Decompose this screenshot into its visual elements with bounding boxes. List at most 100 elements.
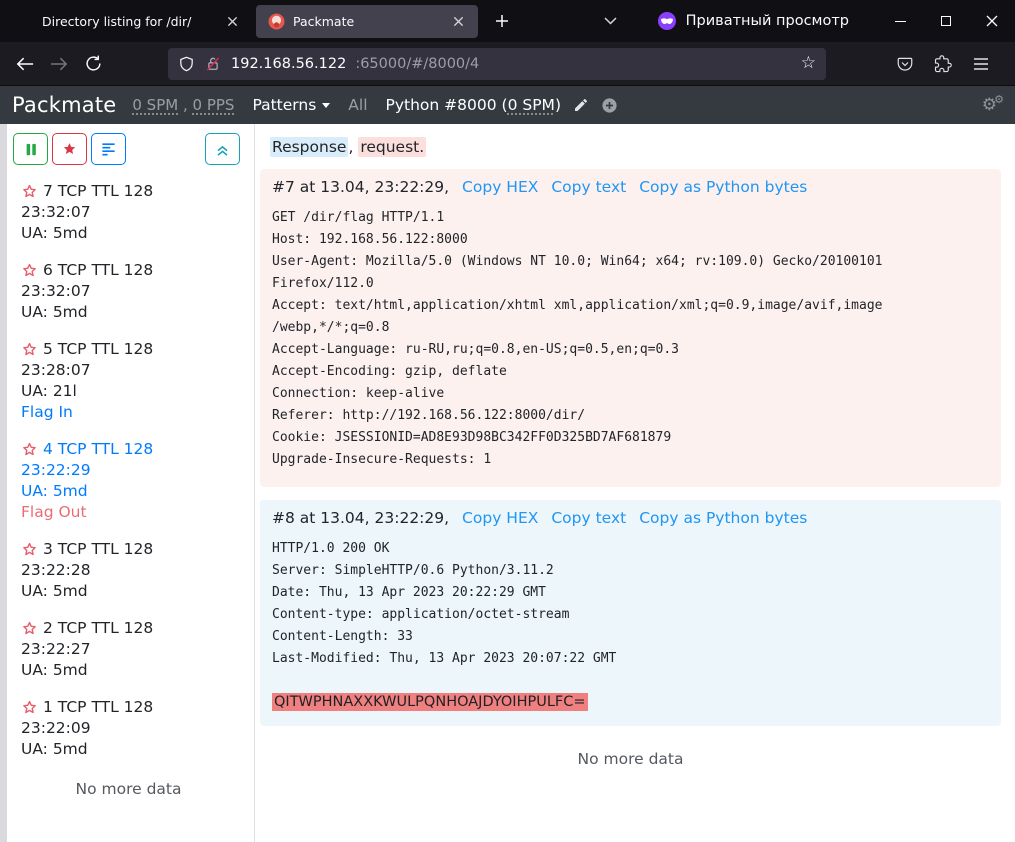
edit-service-pencil-icon[interactable] bbox=[573, 97, 589, 113]
menu-hamburger-icon[interactable] bbox=[964, 48, 998, 80]
url-bar[interactable]: 192.168.56.122:65000/#/8000/4 ☆ bbox=[168, 48, 826, 80]
packet-time: 23:22:29 bbox=[21, 460, 244, 481]
favorite-star-icon[interactable] bbox=[21, 541, 38, 558]
close-tab-icon[interactable] bbox=[222, 11, 242, 31]
new-tab-button[interactable] bbox=[486, 5, 518, 37]
copy-text-link[interactable]: Copy text bbox=[551, 178, 626, 196]
copy-hex-link[interactable]: Copy HEX bbox=[462, 509, 538, 527]
forward-button[interactable] bbox=[42, 48, 76, 80]
favorite-star-icon[interactable] bbox=[21, 262, 38, 279]
back-button[interactable] bbox=[8, 48, 42, 80]
packet-list-item-6[interactable]: 6 TCP TTL 128 23:32:07 UA: 5md bbox=[21, 260, 244, 323]
tab-title: Packmate bbox=[293, 14, 440, 29]
packet-sidebar: 7 TCP TTL 128 23:32:07 UA: 5md 6 TCP TTL… bbox=[7, 124, 255, 842]
main-no-more-data: No more data bbox=[260, 750, 1001, 768]
url-host: 192.168.56.122 bbox=[231, 56, 346, 72]
color-legend: Response, request. bbox=[270, 138, 1001, 156]
packet-card-response-8: #8 at 13.04, 23:22:29, Copy HEX Copy tex… bbox=[260, 500, 1001, 726]
private-mask-icon bbox=[657, 11, 677, 31]
browser-window: Directory listing for /dir/ Packmate bbox=[0, 0, 1015, 842]
packet-user-agent: UA: 5md bbox=[21, 302, 244, 323]
packmate-favicon-icon bbox=[268, 13, 285, 30]
pocket-icon[interactable] bbox=[888, 48, 922, 80]
packet-time: 23:22:09 bbox=[21, 718, 244, 739]
packet-list-item-5[interactable]: 5 TCP TTL 128 23:28:07 UA: 21l Flag In bbox=[21, 339, 244, 423]
packet-title: 6 TCP TTL 128 bbox=[43, 260, 153, 281]
pause-capture-button[interactable] bbox=[13, 133, 48, 165]
list-tabs-chevron-icon[interactable] bbox=[595, 5, 627, 37]
packet-title: 5 TCP TTL 128 bbox=[43, 339, 153, 360]
packet-user-agent: UA: 5md bbox=[21, 660, 244, 681]
legend-separator: , bbox=[348, 138, 358, 156]
packet-list-item-2[interactable]: 2 TCP TTL 128 23:22:27 UA: 5md bbox=[21, 618, 244, 681]
service-tab-python-8000[interactable]: Python #8000 (0 SPM) bbox=[386, 96, 561, 114]
packet-card-request-7: #7 at 13.04, 23:22:29, Copy HEX Copy tex… bbox=[260, 169, 1001, 487]
content-area: 7 TCP TTL 128 23:32:07 UA: 5md 6 TCP TTL… bbox=[0, 124, 1015, 842]
tab-directory-listing[interactable]: Directory listing for /dir/ bbox=[30, 5, 252, 38]
favorite-star-icon[interactable] bbox=[21, 620, 38, 637]
flag-match-line: QITWPHNAXXKWULPQNHOAJDYOIHPULFC= bbox=[272, 691, 987, 710]
sidebar-scrollbar[interactable] bbox=[0, 124, 7, 842]
copy-python-bytes-link[interactable]: Copy as Python bytes bbox=[639, 178, 807, 196]
service-label: Python #8000 (0 SPM) bbox=[386, 96, 561, 114]
insecure-lock-icon[interactable] bbox=[204, 55, 222, 73]
favorite-star-icon[interactable] bbox=[21, 183, 38, 200]
private-browsing-badge: Приватный просмотр bbox=[657, 11, 849, 31]
packet-time: 23:22:27 bbox=[21, 639, 244, 660]
maximize-button[interactable] bbox=[923, 0, 969, 42]
stats-text: 0 SPM , 0 PPS bbox=[132, 96, 234, 114]
favorite-star-icon[interactable] bbox=[21, 341, 38, 358]
packet-user-agent: UA: 5md bbox=[21, 581, 244, 602]
packet-time: 23:32:07 bbox=[21, 281, 244, 302]
app-brand[interactable]: Packmate bbox=[12, 93, 116, 117]
all-label: All bbox=[348, 96, 367, 114]
spm-stat: 0 SPM bbox=[132, 96, 178, 114]
flag-in-link[interactable]: Flag In bbox=[21, 402, 244, 423]
tab-title: Directory listing for /dir/ bbox=[42, 14, 214, 29]
patterns-label: Patterns bbox=[252, 96, 316, 114]
favorite-star-icon[interactable] bbox=[21, 699, 38, 716]
add-service-button[interactable] bbox=[601, 97, 618, 114]
packet-title: 2 TCP TTL 128 bbox=[43, 618, 153, 639]
packet-list-item-3[interactable]: 3 TCP TTL 128 23:22:28 UA: 5md bbox=[21, 539, 244, 602]
packet-time: 23:32:07 bbox=[21, 202, 244, 223]
settings-gears-icon[interactable]: ⚙⚙ bbox=[982, 95, 997, 115]
packet-title: 7 TCP TTL 128 bbox=[43, 181, 153, 202]
copy-python-bytes-link[interactable]: Copy as Python bytes bbox=[639, 509, 807, 527]
packet-title: 1 TCP TTL 128 bbox=[43, 697, 153, 718]
patterns-dropdown[interactable]: Patterns bbox=[252, 96, 330, 114]
tab-packmate[interactable]: Packmate bbox=[256, 5, 478, 38]
flag-out-link[interactable]: Flag Out bbox=[21, 502, 244, 523]
extensions-puzzle-icon[interactable] bbox=[926, 48, 960, 80]
packet-list-item-4-selected[interactable]: 4 TCP TTL 128 23:22:29 UA: 5md Flag Out bbox=[21, 439, 244, 523]
packet-list-item-7[interactable]: 7 TCP TTL 128 23:32:07 UA: 5md bbox=[21, 181, 244, 244]
favorite-star-icon[interactable] bbox=[21, 441, 38, 458]
private-browsing-label: Приватный просмотр bbox=[686, 13, 849, 29]
packet-id: #8 at 13.04, 23:22:29, bbox=[272, 509, 449, 527]
scroll-to-top-button[interactable] bbox=[205, 133, 240, 165]
reload-button[interactable] bbox=[76, 48, 110, 80]
flag-match-highlight: QITWPHNAXXKWULPQNHOAJDYOIHPULFC= bbox=[272, 693, 588, 711]
packmate-navbar: Packmate 0 SPM , 0 PPS Patterns All Pyth… bbox=[0, 86, 1015, 124]
bookmark-star-icon[interactable]: ☆ bbox=[801, 55, 816, 72]
copy-hex-link[interactable]: Copy HEX bbox=[462, 178, 538, 196]
packet-user-agent: UA: 5md bbox=[21, 739, 244, 760]
packet-time: 23:28:07 bbox=[21, 360, 244, 381]
packet-list-view-button[interactable] bbox=[91, 133, 126, 165]
legend-request: request. bbox=[358, 137, 426, 157]
packet-detail-panel: Response, request. #7 at 13.04, 23:22:29… bbox=[255, 124, 1015, 842]
packet-list-item-1[interactable]: 1 TCP TTL 128 23:22:09 UA: 5md bbox=[21, 697, 244, 760]
browser-toolbar: 192.168.56.122:65000/#/8000/4 ☆ bbox=[0, 42, 1015, 86]
favorites-filter-button[interactable] bbox=[52, 133, 87, 165]
all-services-link[interactable]: All bbox=[348, 96, 367, 114]
sidebar-no-more-data: No more data bbox=[13, 780, 244, 798]
packet-title: 3 TCP TTL 128 bbox=[43, 539, 153, 560]
packet-id: #7 at 13.04, 23:22:29, bbox=[272, 178, 449, 196]
caret-down-icon bbox=[322, 103, 330, 108]
shield-icon[interactable] bbox=[178, 55, 195, 73]
close-window-button[interactable] bbox=[969, 0, 1015, 42]
close-tab-icon[interactable] bbox=[448, 11, 468, 31]
stats-separator: , bbox=[178, 96, 192, 114]
copy-text-link[interactable]: Copy text bbox=[551, 509, 626, 527]
minimize-button[interactable] bbox=[877, 0, 923, 42]
